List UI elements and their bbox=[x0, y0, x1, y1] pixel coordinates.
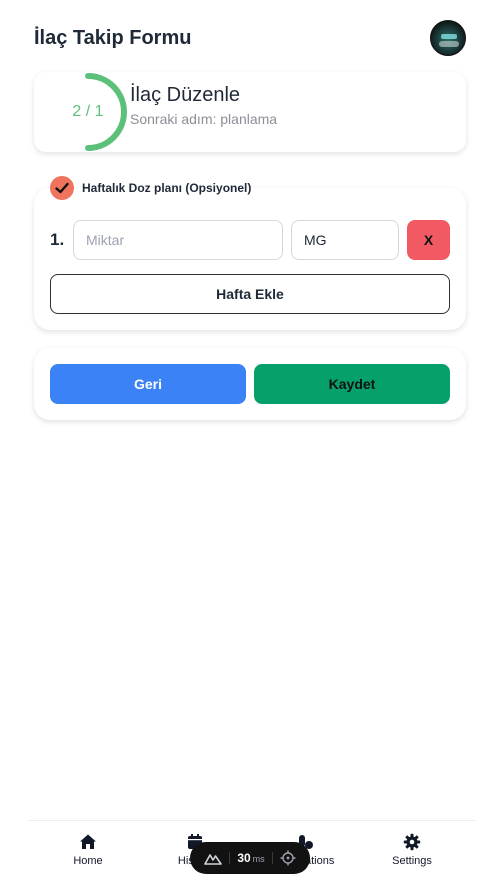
action-card: Geri Kaydet bbox=[34, 348, 466, 420]
save-button[interactable]: Kaydet bbox=[254, 364, 450, 404]
nav-label-settings: Settings bbox=[392, 855, 432, 867]
dose-plan-header[interactable]: Haftalık Doz planı (Opsiyonel) bbox=[50, 176, 251, 200]
nav-item-home[interactable]: Home bbox=[43, 833, 133, 867]
render-time-value: 30 ms bbox=[237, 851, 265, 865]
step-card: 2 / 1 İlaç Düzenle Sonraki adım: planlam… bbox=[34, 72, 466, 152]
dose-plan-checkbox[interactable] bbox=[50, 176, 74, 200]
devbar-divider bbox=[272, 852, 273, 864]
avatar[interactable] bbox=[430, 20, 466, 56]
dose-plan-card: 1. Miktar MG X Hafta Ekle bbox=[34, 188, 466, 330]
unit-input[interactable]: MG bbox=[291, 220, 399, 260]
quantity-input[interactable]: Miktar bbox=[73, 220, 283, 260]
step-info: İlaç Düzenle Sonraki adım: planlama bbox=[130, 84, 277, 127]
nav-item-settings[interactable]: Settings bbox=[367, 833, 457, 867]
render-time-unit: ms bbox=[252, 854, 265, 864]
step-progress-ring: 2 / 1 bbox=[48, 72, 128, 152]
app-header: İlaç Takip Formu bbox=[34, 18, 466, 58]
framework-logo-icon bbox=[203, 854, 222, 865]
step-progress-label: 2 / 1 bbox=[72, 103, 104, 120]
devbar-divider bbox=[228, 852, 230, 864]
dev-toolbar[interactable]: 30 ms bbox=[190, 842, 310, 874]
gear-icon bbox=[403, 833, 421, 851]
page-title: İlaç Takip Formu bbox=[34, 26, 192, 49]
crosshair-icon[interactable] bbox=[280, 850, 296, 866]
nav-label-home: Home bbox=[73, 855, 103, 867]
step-title: İlaç Düzenle bbox=[130, 84, 241, 106]
check-icon bbox=[55, 182, 69, 194]
add-week-button[interactable]: Hafta Ekle bbox=[50, 274, 450, 314]
step-subtitle: Sonraki adım: planlama bbox=[130, 111, 278, 127]
dose-row-number: 1. bbox=[50, 230, 65, 249]
remove-row-button[interactable]: X bbox=[407, 220, 450, 260]
home-icon bbox=[80, 834, 96, 849]
back-button[interactable]: Geri bbox=[50, 364, 246, 404]
dose-plan-label: Haftalık Doz planı (Opsiyonel) bbox=[82, 181, 252, 195]
